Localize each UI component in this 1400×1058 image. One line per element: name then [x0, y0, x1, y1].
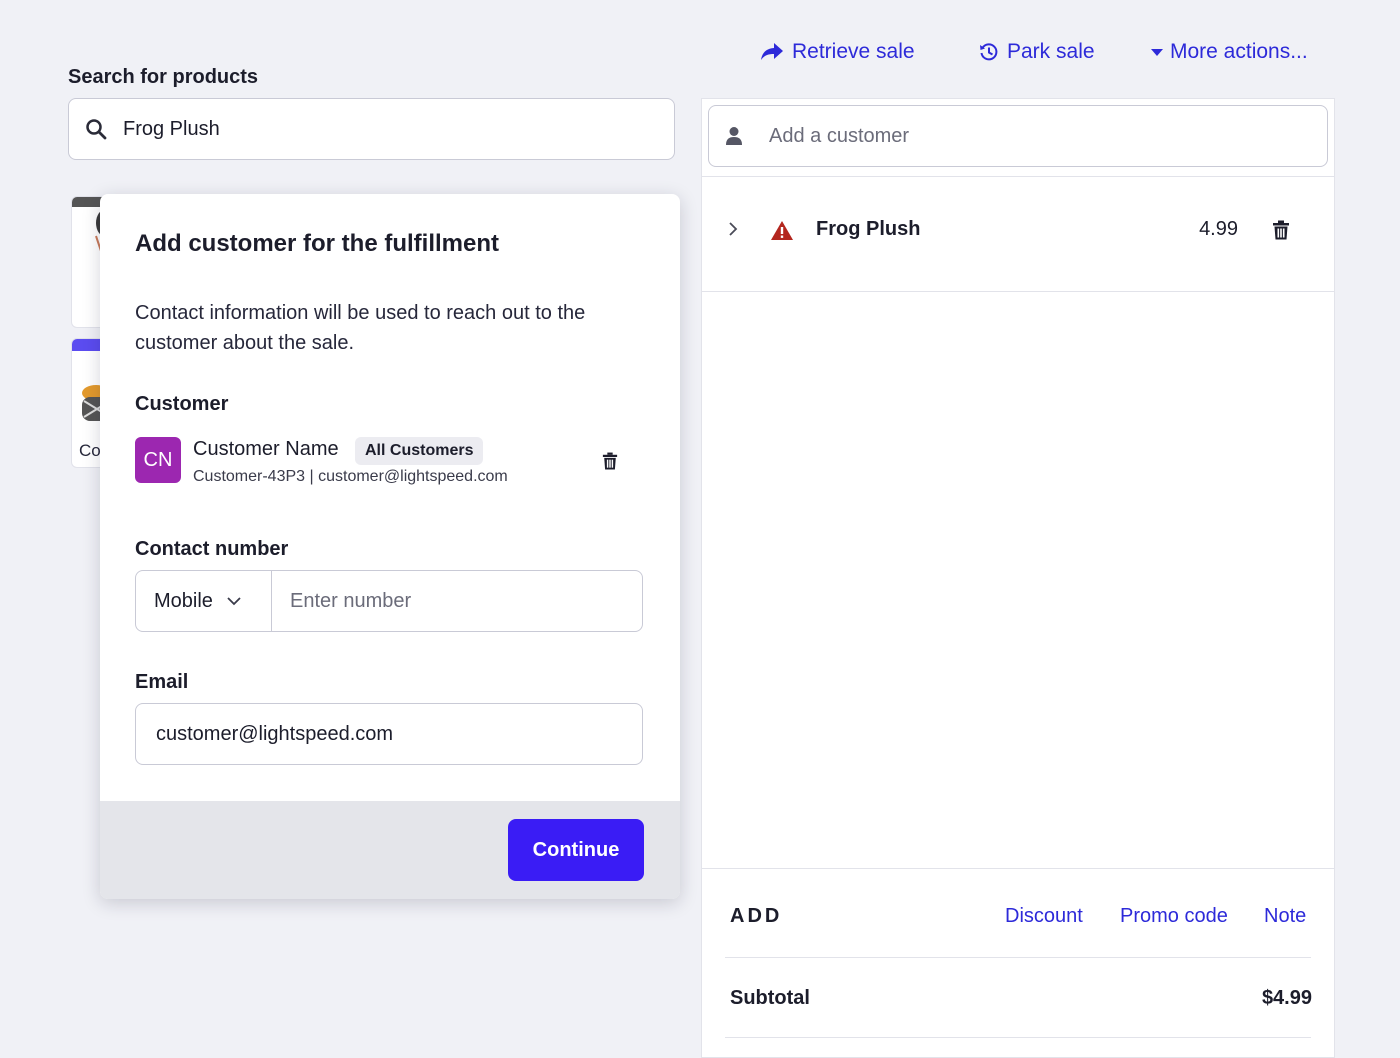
customer-details: Customer-43P3 | customer@lightspeed.com [193, 468, 508, 485]
contact-number-label: Contact number [135, 538, 289, 560]
retrieve-sale-label: Retrieve sale [792, 40, 915, 63]
divider [725, 1037, 1311, 1038]
warning-icon [771, 221, 793, 240]
subtotal-label: Subtotal [730, 987, 810, 1009]
chevron-down-icon [227, 596, 241, 605]
customer-group-badge: All Customers [355, 437, 484, 465]
email-field [135, 703, 643, 765]
caret-down-icon [1151, 49, 1163, 56]
customer-section-label: Customer [135, 393, 229, 415]
park-sale-label: Park sale [1007, 40, 1095, 63]
trash-icon[interactable] [1272, 220, 1290, 240]
history-icon [980, 43, 998, 61]
modal-footer: Continue [100, 801, 680, 899]
more-actions-button[interactable]: More actions... [1150, 36, 1308, 68]
park-sale-button[interactable]: Park sale [979, 36, 1095, 68]
fulfillment-customer-modal: Add customer for the fulfillment Contact… [100, 194, 680, 899]
divider [702, 291, 1334, 292]
customer-name: Customer Name [193, 438, 339, 460]
person-icon [726, 127, 742, 145]
add-row: ADD Discount Promo code Note [730, 905, 1312, 933]
discount-link[interactable]: Discount [1005, 905, 1083, 928]
retrieve-sale-button[interactable]: Retrieve sale [760, 36, 915, 68]
promo-code-link[interactable]: Promo code [1120, 905, 1228, 928]
more-actions-label: More actions... [1170, 40, 1308, 63]
search-icon [86, 119, 107, 140]
modal-title: Add customer for the fulfillment [135, 230, 500, 257]
phone-number-input[interactable] [272, 571, 642, 631]
cart-item-price: 4.99 [1199, 218, 1238, 240]
share-arrow-icon [761, 43, 783, 60]
email-label: Email [135, 671, 189, 693]
contact-number-field: Mobile [135, 570, 643, 632]
product-card-label: Co [79, 441, 101, 460]
product-search-box[interactable] [68, 98, 675, 160]
note-link[interactable]: Note [1264, 905, 1306, 928]
avatar: CN [135, 437, 181, 483]
product-search-input[interactable] [121, 116, 645, 142]
phone-type-value: Mobile [154, 589, 213, 612]
search-label: Search for products [68, 66, 259, 88]
divider [702, 868, 1334, 869]
cart-item-name: Frog Plush [816, 218, 921, 240]
trash-icon[interactable] [602, 452, 618, 470]
add-customer-input[interactable] [767, 123, 1291, 149]
cart-panel: Frog Plush 4.99 ADD Discount Promo code … [701, 98, 1335, 1058]
add-label: ADD [730, 905, 783, 927]
divider [725, 957, 1311, 958]
selected-customer: CN Customer Name All Customers Customer-… [135, 437, 625, 487]
add-customer-field[interactable] [708, 105, 1328, 167]
email-input[interactable] [154, 721, 628, 747]
cart-line-item[interactable]: Frog Plush 4.99 [702, 177, 1334, 291]
phone-type-select[interactable]: Mobile [136, 571, 272, 631]
modal-description: Contact information will be used to reac… [135, 302, 586, 354]
chevron-right-icon[interactable] [726, 222, 740, 236]
continue-button[interactable]: Continue [508, 819, 644, 881]
subtotal-value: $4.99 [1261, 987, 1312, 1009]
